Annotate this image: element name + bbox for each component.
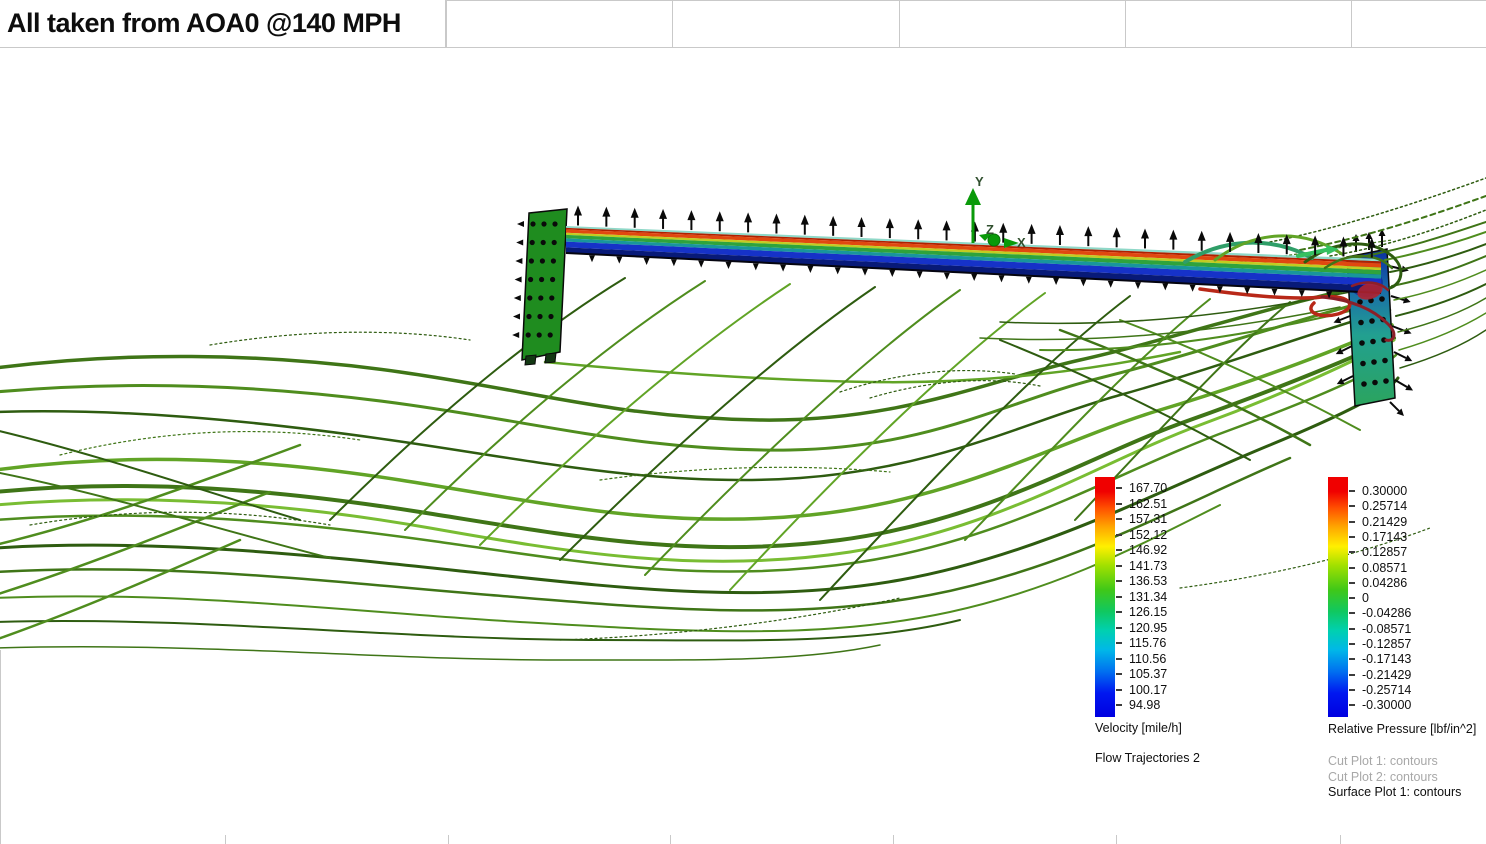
pressure-unit-label: Relative Pressure [lbf/in^2] — [1328, 722, 1476, 736]
legend-tick-label: 126.15 — [1129, 605, 1167, 619]
legend-tick-label: -0.21429 — [1362, 668, 1411, 682]
legend-tick — [1349, 551, 1355, 553]
legend-tick — [1116, 611, 1122, 613]
legend-tick — [1116, 580, 1122, 582]
legend-tick — [1349, 536, 1355, 538]
legend-tick — [1116, 487, 1122, 489]
legend-tick — [1116, 503, 1122, 505]
legend-tick-label: 0.04286 — [1362, 576, 1407, 590]
legend-tick-label: -0.30000 — [1362, 698, 1411, 712]
flow-streamlines — [0, 278, 1430, 660]
velocity-plot-label: Flow Trajectories 2 — [1095, 751, 1200, 765]
legend-tick — [1116, 596, 1122, 598]
legend-tick — [1349, 674, 1355, 676]
legend-tick-label: 105.37 — [1129, 667, 1167, 681]
legend-tick — [1116, 534, 1122, 536]
legend-tick — [1349, 658, 1355, 660]
legend-tick-label: 162.51 — [1129, 497, 1167, 511]
flow-simulation-viewport: Y Z X — [0, 0, 1486, 844]
legend-tick-label: 120.95 — [1129, 621, 1167, 635]
legend-tick-label: -0.25714 — [1362, 683, 1411, 697]
legend-tick-label: 0.21429 — [1362, 515, 1407, 529]
legend-tick-label: -0.08571 — [1362, 622, 1411, 636]
legend-tick — [1116, 518, 1122, 520]
legend-tick-label: 131.34 — [1129, 590, 1167, 604]
legend-tick — [1116, 627, 1122, 629]
axis-x-label: X — [1017, 235, 1026, 250]
legend-tick-label: 110.56 — [1129, 652, 1166, 666]
plot-name-label: Cut Plot 1: contours — [1328, 754, 1461, 770]
legend-tick — [1116, 658, 1122, 660]
legend-tick — [1116, 565, 1122, 567]
legend-tick — [1349, 643, 1355, 645]
legend-tick — [1349, 704, 1355, 706]
legend-tick-label: -0.04286 — [1362, 606, 1411, 620]
legend-tick-label: 141.73 — [1129, 559, 1167, 573]
legend-tick-label: 0.12857 — [1362, 545, 1407, 559]
legend-tick-label: 136.53 — [1129, 574, 1167, 588]
plot-name-label: Surface Plot 1: contours — [1328, 785, 1461, 801]
pressure-plot-labels: Cut Plot 1: contoursCut Plot 2: contours… — [1328, 754, 1461, 801]
pressure-colorbar — [1328, 477, 1348, 717]
legend-tick-label: 0 — [1362, 591, 1369, 605]
legend-tick — [1116, 704, 1122, 706]
axis-z-label: Z — [986, 222, 994, 237]
legend-tick — [1116, 549, 1122, 551]
legend-tick — [1116, 689, 1122, 691]
legend-tick — [1349, 490, 1355, 492]
legend-tick — [1349, 628, 1355, 630]
legend-tick-label: 0.08571 — [1362, 561, 1407, 575]
legend-tick-label: 146.92 — [1129, 543, 1167, 557]
velocity-unit-label: Velocity [mile/h] — [1095, 721, 1182, 735]
legend-tick — [1349, 582, 1355, 584]
legend-tick-label: 0.25714 — [1362, 499, 1407, 513]
legend-tick-label: 100.17 — [1129, 683, 1167, 697]
legend-tick — [1349, 597, 1355, 599]
legend-tick-label: 167.70 — [1129, 481, 1167, 495]
legend-tick — [1349, 689, 1355, 691]
axis-y-label: Y — [975, 174, 984, 189]
legend-tick — [1116, 642, 1122, 644]
legend-tick-label: -0.12857 — [1362, 637, 1411, 651]
left-endplate — [512, 209, 567, 365]
legend-tick-label: 152.12 — [1129, 528, 1167, 542]
legend-tick — [1349, 612, 1355, 614]
legend-tick-label: 0.30000 — [1362, 484, 1407, 498]
legend-tick-label: 0.17143 — [1362, 530, 1407, 544]
legend-tick — [1116, 673, 1122, 675]
legend-tick-label: 94.98 — [1129, 698, 1160, 712]
legend-tick — [1349, 505, 1355, 507]
velocity-colorbar — [1095, 477, 1115, 717]
plot-name-label: Cut Plot 2: contours — [1328, 770, 1461, 786]
coordinate-triad-icon: Y Z X — [965, 174, 1026, 250]
legend-tick — [1349, 521, 1355, 523]
legend-tick-label: 115.76 — [1129, 636, 1166, 650]
legend-tick — [1349, 567, 1355, 569]
legend-tick-label: 157.31 — [1129, 512, 1167, 526]
legend-tick-label: -0.17143 — [1362, 652, 1411, 666]
